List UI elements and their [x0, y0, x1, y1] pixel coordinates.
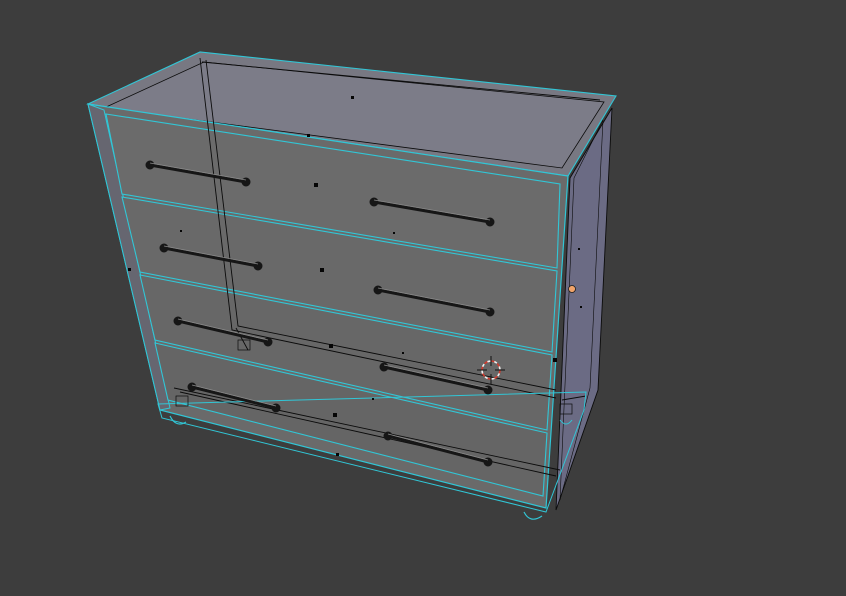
chest-of-drawers-model[interactable] — [0, 0, 846, 596]
object-origin-icon[interactable] — [568, 285, 576, 293]
3d-viewport[interactable] — [0, 0, 846, 596]
